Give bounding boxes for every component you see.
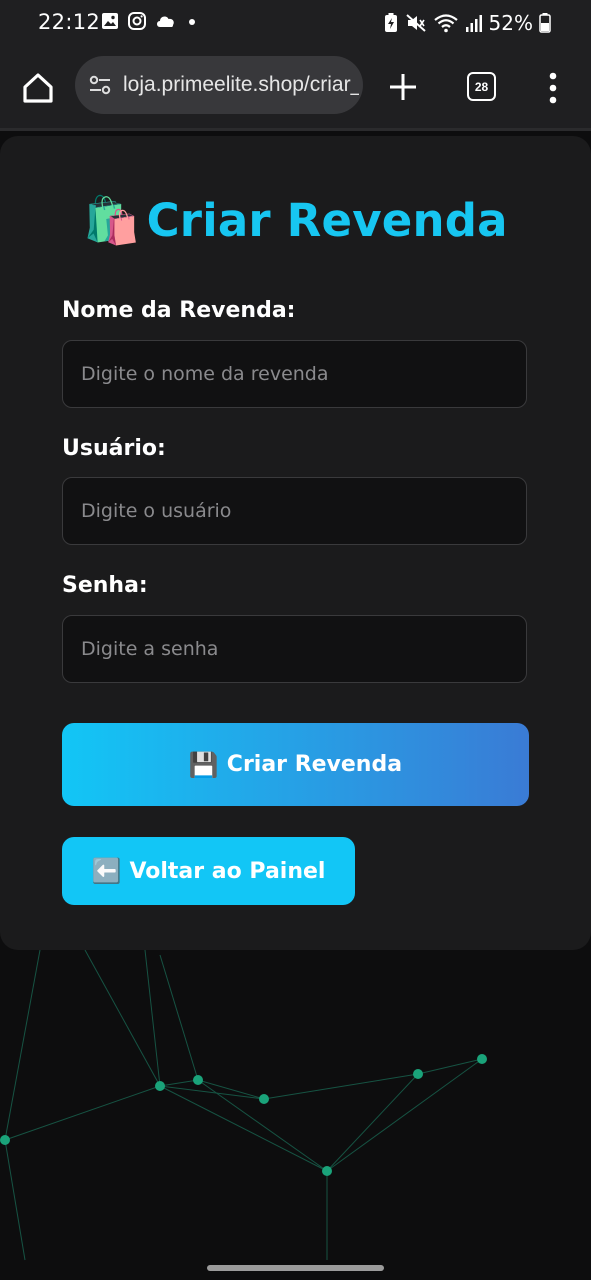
user-input[interactable] [62, 477, 527, 545]
password-label: Senha: [62, 573, 148, 598]
left-arrow-icon: ⬅️ [91, 857, 122, 885]
name-label: Nome da Revenda: [62, 298, 296, 323]
address-bar[interactable]: loja.primeelite.shop/criar_ [75, 56, 363, 114]
instagram-icon [128, 12, 146, 30]
floppy-disk-icon: 💾 [188, 750, 219, 779]
notification-icons [100, 11, 199, 31]
back-to-panel-button[interactable]: ⬅️ Voltar ao Painel [62, 837, 355, 905]
site-settings-icon[interactable] [87, 72, 113, 98]
shopping-bags-icon: 🛍️ [83, 193, 141, 247]
browser-toolbar: loja.primeelite.shop/criar_ 28 [0, 48, 591, 128]
wifi-icon [433, 14, 458, 33]
form-card: 🛍️ Criar Revenda Nome da Revenda: Usuári… [0, 136, 591, 950]
screen: 22:12 52% loja.primeelite.shop/criar_ 28… [0, 0, 591, 1280]
page-title-text: Criar Revenda [146, 193, 508, 247]
signal-icon [465, 15, 482, 32]
page-title: 🛍️ Criar Revenda [0, 190, 591, 250]
system-icons: 52% [383, 11, 551, 35]
image-icon [102, 13, 118, 29]
toolbar-divider [0, 128, 591, 131]
create-reseller-button[interactable]: 💾 Criar Revenda [62, 723, 529, 806]
plus-icon[interactable] [386, 70, 420, 104]
tab-switcher-icon[interactable]: 28 [467, 72, 496, 101]
battery-saver-icon [384, 13, 397, 32]
url-text[interactable]: loja.primeelite.shop/criar_ [123, 73, 359, 97]
create-reseller-label: Criar Revenda [226, 752, 403, 777]
mute-icon [405, 14, 426, 32]
status-time: 22:12 [38, 10, 101, 34]
user-label: Usuário: [62, 436, 166, 461]
cloud-icon [157, 16, 174, 27]
tab-count: 28 [474, 79, 489, 94]
name-input[interactable] [62, 340, 527, 408]
status-bar: 22:12 52% [0, 0, 591, 48]
gesture-handle[interactable] [207, 1265, 384, 1271]
password-input[interactable] [62, 615, 527, 683]
more-vert-icon[interactable] [542, 70, 564, 106]
dot-icon [189, 19, 195, 25]
battery-percentage: 52% [488, 11, 533, 35]
back-to-panel-label: Voltar ao Painel [129, 858, 326, 884]
battery-icon [539, 13, 551, 33]
home-icon[interactable] [18, 68, 58, 108]
